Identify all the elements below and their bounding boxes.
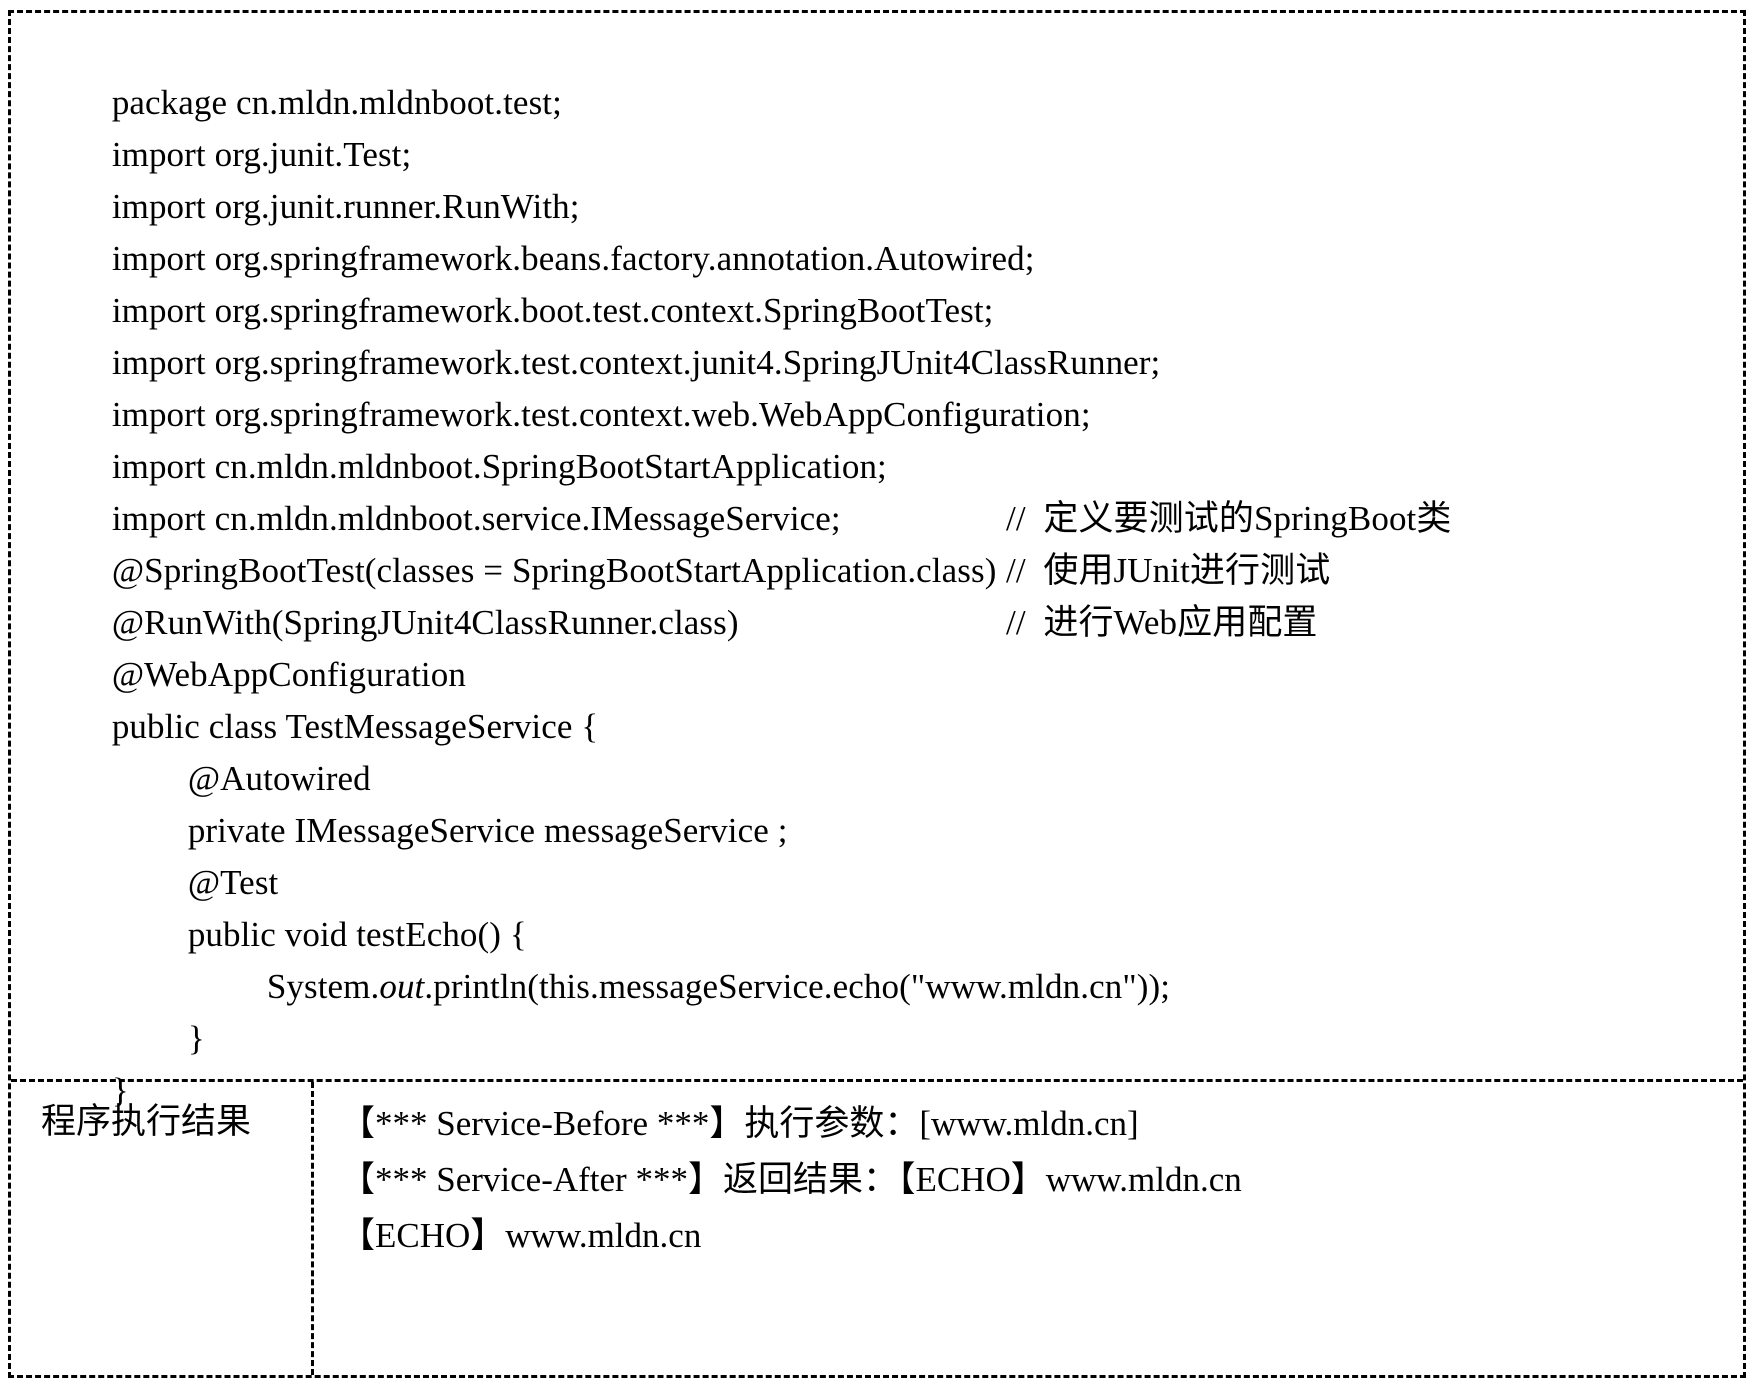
code-line: import org.springframework.test.context.…	[41, 337, 1743, 434]
code-line-method-declaration: public void testEcho() {	[41, 857, 1743, 954]
code-line-annotation-webappconfiguration: @WebAppConfiguration // 进行Web应用配置	[41, 597, 1743, 694]
result-line: 【*** Service-Before ***】执行参数：[www.mldn.c…	[340, 1104, 1139, 1143]
result-section: 程序执行结果 【*** Service-Before ***】执行参数：[www…	[11, 1082, 1743, 1375]
code-line: import org.springframework.test.context.…	[41, 285, 1743, 382]
code-line: import cn.mldn.mldnboot.SpringBootStartA…	[41, 389, 1743, 486]
result-line: 【*** Service-After ***】返回结果：【ECHO】www.ml…	[340, 1160, 1242, 1199]
code-line: import cn.mldn.mldnboot.service.IMessage…	[41, 441, 1743, 538]
code-line-comment: // 定义要测试的SpringBoot类	[1006, 499, 1452, 538]
code-figure: package cn.mldn.mldnboot.test; import or…	[8, 10, 1746, 1378]
result-output: 【*** Service-Before ***】执行参数：[www.mldn.c…	[314, 1082, 1743, 1375]
code-line: package cn.mldn.mldnboot.test;	[41, 25, 1743, 122]
code-line: import org.springframework.beans.factory…	[41, 181, 1743, 278]
code-line: import org.junit.runner.RunWith;	[41, 129, 1743, 226]
code-line: @Autowired	[41, 701, 1743, 798]
code-line-comment: // 进行Web应用配置	[1006, 603, 1318, 642]
code-line: }	[41, 961, 1743, 1058]
code-line-annotation-springboottest: @SpringBootTest(classes = SpringBootStar…	[41, 493, 1743, 590]
page-root: package cn.mldn.mldnboot.test; import or…	[0, 0, 1754, 1388]
code-line-annotation-runwith: @RunWith(SpringJUnit4ClassRunner.class) …	[41, 545, 1743, 642]
code-line-comment: // 使用JUnit进行测试	[1006, 551, 1331, 590]
code-line: }	[41, 1013, 1743, 1110]
result-line: 【ECHO】www.mldn.cn	[340, 1216, 702, 1255]
code-line: import org.junit.Test;	[41, 77, 1743, 174]
code-line-class-declaration: public class TestMessageService {	[41, 649, 1743, 746]
code-line: import org.springframework.boot.test.con…	[41, 233, 1743, 330]
code-block: package cn.mldn.mldnboot.test; import or…	[11, 13, 1743, 1110]
code-line-text: }	[111, 1071, 129, 1110]
code-line: @Test	[41, 805, 1743, 902]
code-line-println: System.out.println(this.messageService.e…	[41, 909, 1743, 1006]
code-line: private IMessageService messageService ;	[41, 753, 1743, 850]
